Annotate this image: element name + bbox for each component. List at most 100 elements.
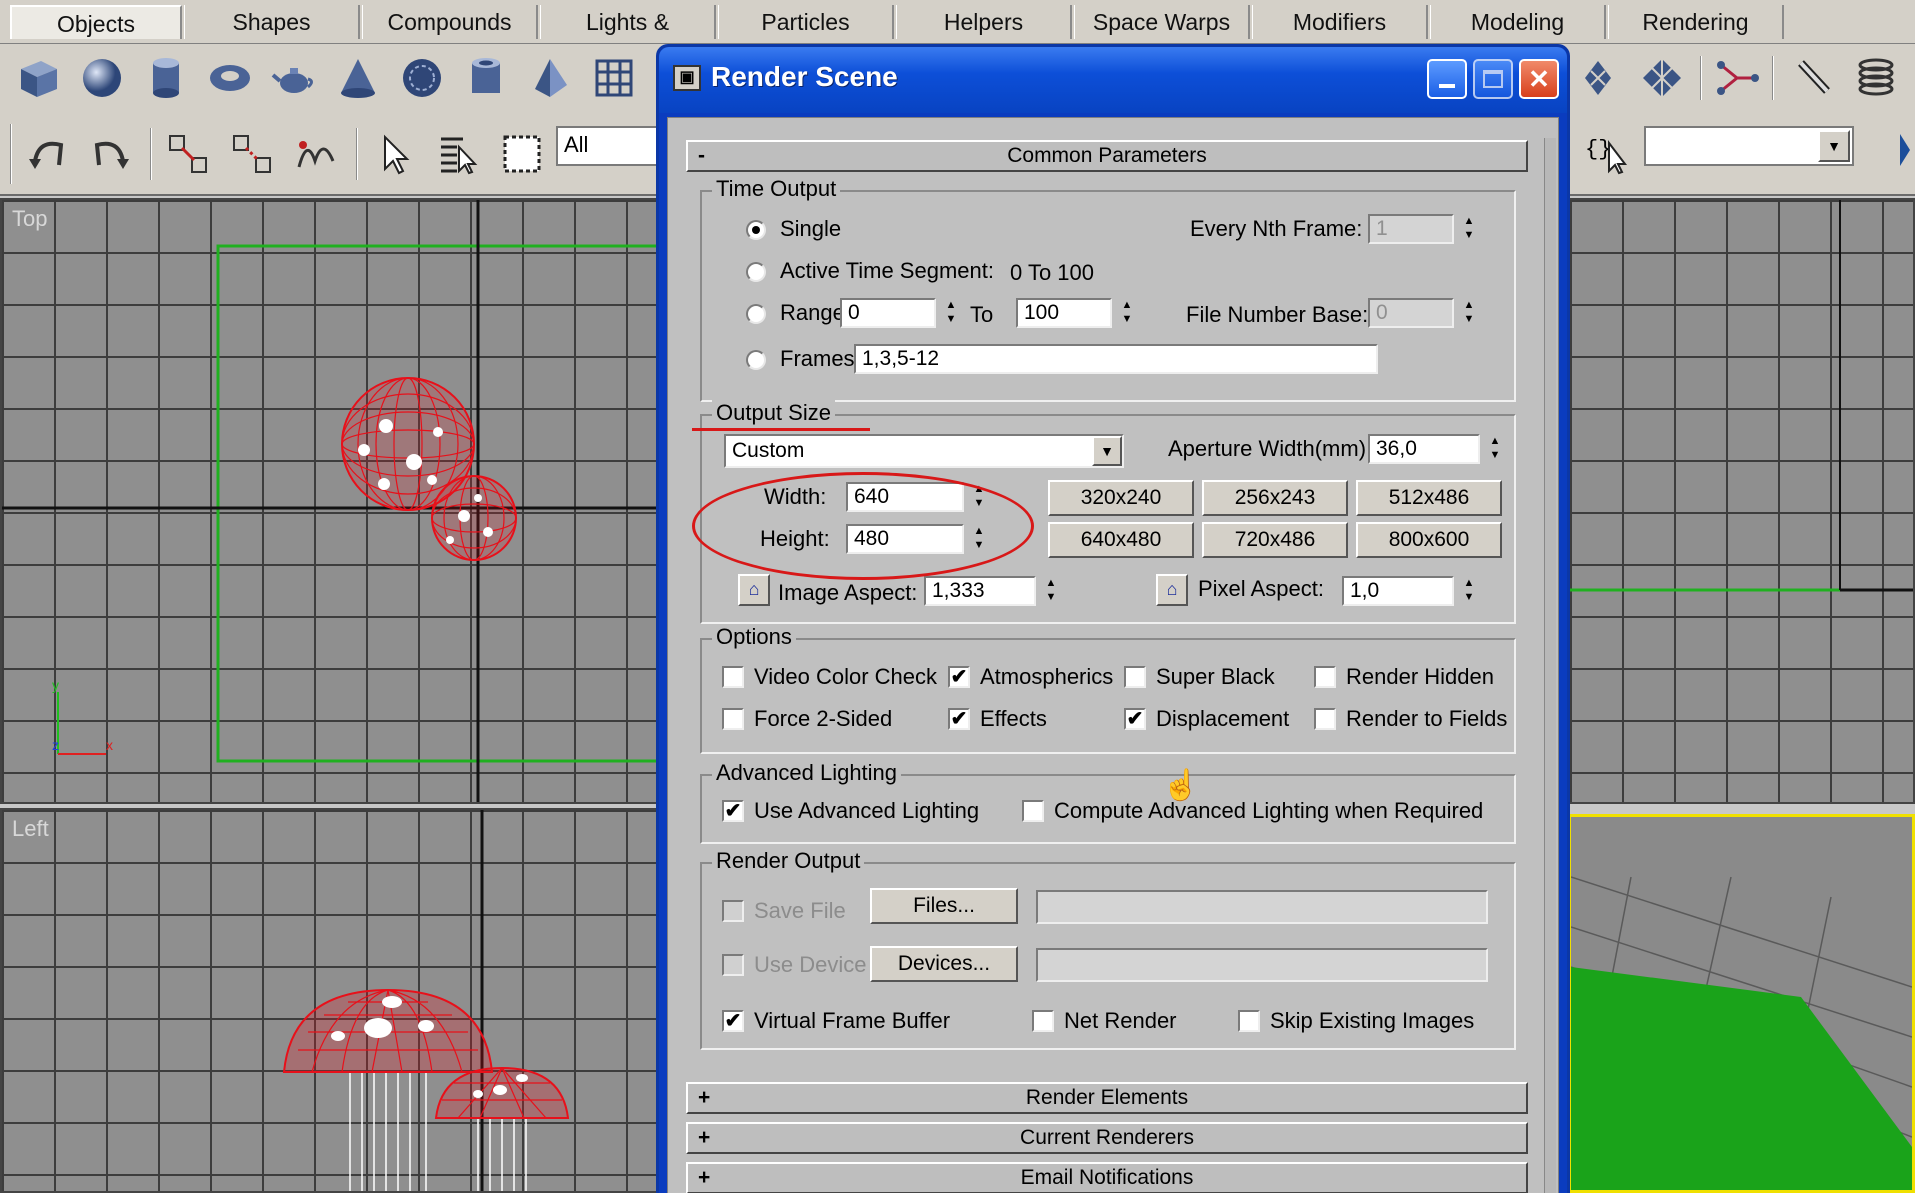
dialog-title-bar[interactable]: ▣ Render Scene ✕ bbox=[659, 47, 1567, 113]
chevron-down-icon[interactable]: ▼ bbox=[1818, 130, 1850, 162]
preset-640x480-button[interactable]: 640x480 bbox=[1048, 522, 1194, 558]
minimize-button[interactable] bbox=[1427, 59, 1467, 99]
image-aspect-lock-icon[interactable]: ⌂ bbox=[738, 574, 770, 606]
tube-icon[interactable] bbox=[460, 52, 512, 104]
tab-modeling[interactable]: Modeling bbox=[1430, 5, 1606, 39]
output-size-preset-dropdown[interactable]: Custom ▼ bbox=[724, 434, 1124, 468]
checkbox-super-black[interactable] bbox=[1124, 666, 1146, 688]
every-nth-frame-field[interactable]: 1 bbox=[1368, 214, 1454, 244]
rollout-current-renderers[interactable]: + Current Renderers bbox=[686, 1122, 1528, 1154]
range-to-spinner[interactable]: ▲ ▼ bbox=[1118, 298, 1136, 328]
pyramid-icon[interactable] bbox=[524, 52, 576, 104]
range-from-field[interactable]: 0 bbox=[840, 298, 936, 328]
viewport-perspective[interactable] bbox=[1568, 814, 1915, 1193]
select-icon[interactable] bbox=[368, 128, 420, 180]
checkbox-render-to-fields[interactable] bbox=[1314, 708, 1336, 730]
tab-rendering[interactable]: Rendering bbox=[1608, 5, 1784, 39]
sphere-icon[interactable] bbox=[76, 52, 128, 104]
tab-compounds[interactable]: Compounds bbox=[362, 5, 538, 39]
checkbox-force-2-sided[interactable] bbox=[722, 708, 744, 730]
maximize-button[interactable] bbox=[1473, 59, 1513, 99]
teapot-icon[interactable] bbox=[268, 52, 320, 104]
close-button[interactable]: ✕ bbox=[1519, 59, 1559, 99]
preset-720x486-button[interactable]: 720x486 bbox=[1202, 522, 1348, 558]
label-active-time-segment: Active Time Segment: bbox=[780, 258, 994, 283]
aperture-width-field[interactable]: 36,0 bbox=[1368, 434, 1480, 464]
array-icon[interactable] bbox=[1572, 52, 1624, 104]
radio-range[interactable] bbox=[746, 304, 766, 324]
checkbox-virtual-frame-buffer[interactable]: ✔ bbox=[722, 1010, 744, 1032]
radio-single[interactable] bbox=[746, 220, 766, 240]
checkbox-effects[interactable]: ✔ bbox=[948, 708, 970, 730]
unlink-icon[interactable] bbox=[226, 128, 278, 180]
tab-particles[interactable]: Particles bbox=[718, 5, 894, 39]
radio-active-time-segment[interactable] bbox=[746, 262, 766, 282]
undo-icon[interactable] bbox=[22, 128, 74, 180]
label-super-black: Super Black bbox=[1156, 664, 1275, 689]
link-icon[interactable] bbox=[162, 128, 214, 180]
checkbox-skip-existing-images[interactable] bbox=[1238, 1010, 1260, 1032]
range-from-spinner[interactable]: ▲ ▼ bbox=[942, 298, 960, 328]
cone-icon[interactable] bbox=[332, 52, 384, 104]
viewport-top[interactable]: Top y x z bbox=[0, 198, 660, 804]
checkbox-save-file[interactable] bbox=[722, 900, 744, 922]
viewport-left[interactable]: Left bbox=[0, 808, 660, 1193]
viewport-front[interactable] bbox=[1568, 198, 1915, 804]
tab-objects[interactable]: Objects bbox=[10, 5, 182, 39]
spring-icon[interactable] bbox=[1850, 52, 1902, 104]
checkbox-render-hidden[interactable] bbox=[1314, 666, 1336, 688]
box-icon[interactable] bbox=[12, 52, 64, 104]
checkbox-net-render[interactable] bbox=[1032, 1010, 1054, 1032]
render-scene-dialog: ▣ Render Scene ✕ - Common Parameters Tim… bbox=[656, 44, 1570, 1193]
toolbar-scroll-arrow-icon[interactable] bbox=[1900, 134, 1910, 166]
torus-icon[interactable] bbox=[204, 52, 256, 104]
chevron-down-icon[interactable]: ▼ bbox=[1092, 436, 1122, 466]
plane-icon[interactable] bbox=[588, 52, 640, 104]
named-selection-icon[interactable]: {} bbox=[1580, 128, 1632, 180]
pixel-aspect-spinner[interactable]: ▲ ▼ bbox=[1460, 576, 1478, 606]
tab-helpers[interactable]: Helpers bbox=[896, 5, 1072, 39]
checkbox-use-advanced-lighting[interactable]: ✔ bbox=[722, 800, 744, 822]
files-button[interactable]: Files... bbox=[870, 888, 1018, 924]
region-select-icon[interactable] bbox=[496, 128, 548, 180]
paint-icon[interactable] bbox=[1788, 52, 1840, 104]
redo-icon[interactable] bbox=[84, 128, 136, 180]
pixel-aspect-lock-icon[interactable]: ⌂ bbox=[1156, 574, 1188, 606]
tab-lights-cameras[interactable]: Lights & Cameras bbox=[540, 5, 716, 69]
devices-button[interactable]: Devices... bbox=[870, 946, 1018, 982]
image-aspect-field[interactable]: 1,333 bbox=[924, 576, 1036, 606]
pixel-aspect-field[interactable]: 1,0 bbox=[1342, 576, 1454, 606]
dialog-scrollbar[interactable] bbox=[1544, 138, 1556, 1193]
preset-800x600-button[interactable]: 800x600 bbox=[1356, 522, 1502, 558]
file-number-base-spinner[interactable]: ▲ ▼ bbox=[1460, 298, 1478, 328]
named-selection-dropdown[interactable]: ▼ bbox=[1644, 126, 1854, 166]
tab-modifiers[interactable]: Modifiers bbox=[1252, 5, 1428, 39]
frames-field[interactable]: 1,3,5-12 bbox=[854, 344, 1378, 374]
connect-icon[interactable] bbox=[1712, 52, 1764, 104]
cylinder-icon[interactable] bbox=[140, 52, 192, 104]
geosphere-icon[interactable] bbox=[396, 52, 448, 104]
snapshot-icon[interactable] bbox=[1636, 52, 1688, 104]
aperture-width-spinner[interactable]: ▲ ▼ bbox=[1486, 434, 1504, 464]
checkbox-displacement[interactable]: ✔ bbox=[1124, 708, 1146, 730]
tab-space-warps[interactable]: Space Warps bbox=[1074, 5, 1250, 39]
checkbox-video-color-check[interactable] bbox=[722, 666, 744, 688]
checkbox-compute-advanced-lighting[interactable] bbox=[1022, 800, 1044, 822]
selection-filter-dropdown[interactable]: All bbox=[556, 126, 666, 166]
range-to-field[interactable]: 100 bbox=[1016, 298, 1112, 328]
image-aspect-spinner[interactable]: ▲ ▼ bbox=[1042, 576, 1060, 606]
rollout-render-elements[interactable]: + Render Elements bbox=[686, 1082, 1528, 1114]
preset-320x240-button[interactable]: 320x240 bbox=[1048, 480, 1194, 516]
preset-512x486-button[interactable]: 512x486 bbox=[1356, 480, 1502, 516]
checkbox-atmospherics[interactable]: ✔ bbox=[948, 666, 970, 688]
file-number-base-field[interactable]: 0 bbox=[1368, 298, 1454, 328]
bind-space-warp-icon[interactable] bbox=[290, 128, 342, 180]
rollout-common-parameters[interactable]: - Common Parameters bbox=[686, 140, 1528, 172]
radio-frames[interactable] bbox=[746, 350, 766, 370]
preset-256x243-button[interactable]: 256x243 bbox=[1202, 480, 1348, 516]
rollout-email-notifications[interactable]: + Email Notifications bbox=[686, 1162, 1528, 1193]
checkbox-use-device[interactable] bbox=[722, 954, 744, 976]
select-by-name-icon[interactable] bbox=[432, 128, 484, 180]
every-nth-spinner[interactable]: ▲ ▼ bbox=[1460, 214, 1478, 244]
tab-shapes[interactable]: Shapes bbox=[184, 5, 360, 39]
